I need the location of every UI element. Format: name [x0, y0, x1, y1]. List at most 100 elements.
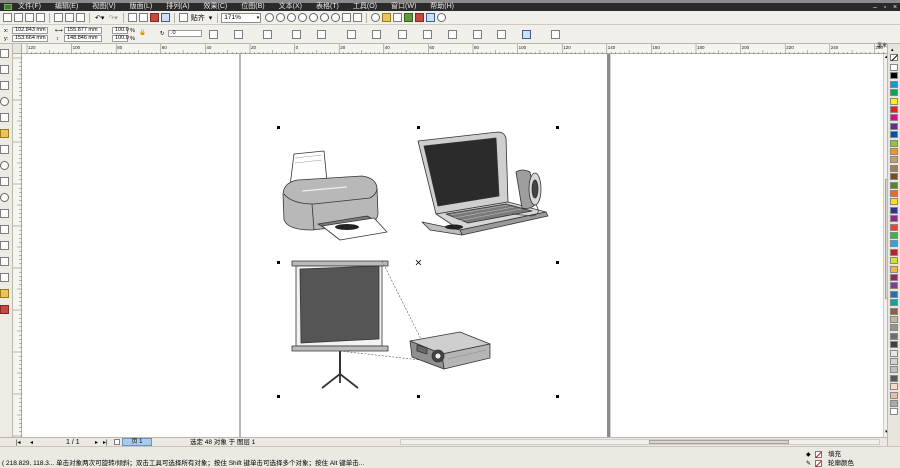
trim-icon[interactable] — [422, 30, 432, 39]
circle-icon[interactable] — [437, 13, 447, 22]
front-minus-back-icon[interactable] — [497, 30, 507, 39]
vertical-ruler[interactable] — [13, 54, 22, 453]
page-tab[interactable]: 页 1 — [122, 438, 152, 446]
scale-x-field[interactable]: 100.0 — [112, 27, 129, 34]
outline-swatch[interactable] — [815, 460, 822, 467]
color-swatch[interactable] — [890, 290, 898, 298]
close-icon[interactable]: × — [890, 4, 900, 11]
first-page-icon[interactable]: |◂ — [16, 439, 21, 446]
color-swatch[interactable] — [890, 106, 898, 113]
undo-icon[interactable]: ↶▾ — [95, 14, 104, 22]
pick-tool-icon[interactable] — [0, 49, 9, 58]
fit-selection-icon[interactable] — [342, 13, 352, 22]
zoom-all-icon[interactable] — [298, 13, 308, 22]
outline-tool-icon[interactable] — [0, 273, 9, 282]
intersect-icon[interactable] — [447, 30, 457, 39]
cut-icon[interactable] — [54, 13, 63, 22]
color-swatch[interactable] — [890, 257, 898, 265]
color-swatch[interactable] — [890, 374, 898, 382]
interactive-fill-icon[interactable] — [0, 305, 9, 314]
basic-shapes-icon[interactable] — [0, 193, 9, 202]
projector-screen-illustration[interactable] — [291, 260, 423, 389]
color-swatch[interactable] — [890, 223, 898, 231]
y-position-field[interactable]: 153.664 mm — [12, 35, 48, 42]
color-swatch[interactable] — [890, 341, 898, 349]
app-icon[interactable] — [4, 4, 12, 10]
ellipse-tool-icon[interactable] — [0, 161, 9, 170]
zoom-tool-icon[interactable] — [0, 97, 9, 106]
break-apart-icon[interactable] — [371, 30, 381, 39]
selection-center-marker[interactable] — [415, 259, 422, 266]
color-swatch[interactable] — [890, 265, 898, 273]
zoom-in-icon[interactable] — [265, 13, 275, 22]
menu-layout[interactable]: 版面(L) — [130, 3, 153, 11]
color-swatch[interactable] — [890, 358, 898, 365]
menu-help[interactable]: 帮助(H) — [430, 3, 454, 11]
full-screen-icon[interactable] — [353, 13, 363, 22]
save-icon[interactable] — [25, 13, 34, 22]
open-folder-icon[interactable] — [14, 13, 23, 22]
add-page-icon[interactable] — [114, 439, 120, 445]
mirror-horizontal-icon[interactable] — [209, 30, 218, 39]
lock-ratio-icon[interactable]: 🔒 — [139, 30, 146, 36]
fill-tool-icon[interactable] — [0, 289, 9, 298]
color-manager-icon[interactable] — [415, 13, 425, 22]
color-swatch[interactable] — [890, 282, 898, 290]
pan-icon[interactable] — [371, 13, 381, 22]
color-swatch[interactable] — [890, 72, 898, 80]
menu-effects[interactable]: 效果(C) — [204, 3, 228, 11]
next-page-icon[interactable]: ▸ — [95, 439, 98, 446]
color-swatch[interactable] — [890, 349, 898, 357]
color-swatch[interactable] — [890, 274, 898, 281]
color-swatch[interactable] — [890, 148, 898, 155]
color-swatch[interactable] — [890, 391, 898, 399]
menu-tools[interactable]: 工具(O) — [353, 3, 377, 11]
menu-text[interactable]: 文本(X) — [279, 3, 302, 11]
color-swatch[interactable] — [890, 97, 898, 105]
menu-bitmaps[interactable]: 位图(B) — [241, 3, 264, 11]
color-swatch[interactable] — [890, 316, 898, 323]
color-swatch[interactable] — [890, 215, 898, 223]
selection-handle[interactable] — [277, 395, 280, 398]
menu-table[interactable]: 表格(T) — [316, 3, 339, 11]
color-swatch[interactable] — [890, 131, 898, 139]
back-minus-front-icon[interactable] — [522, 30, 532, 39]
menu-file[interactable]: 文件(F) — [18, 3, 41, 11]
menu-arrange[interactable]: 排列(A) — [166, 3, 189, 11]
freehand-tool-icon[interactable] — [0, 113, 9, 122]
color-swatch[interactable] — [890, 181, 898, 189]
color-swatch[interactable] — [890, 173, 898, 181]
color-swatch[interactable] — [890, 114, 898, 122]
x-position-field[interactable]: 102.843 mm — [12, 27, 48, 34]
color-swatch[interactable] — [890, 190, 898, 197]
laptop-illustration[interactable] — [417, 131, 549, 236]
height-field[interactable]: 148.846 mm — [64, 35, 102, 42]
welcome-screen-icon[interactable] — [382, 13, 392, 22]
color-swatch[interactable] — [890, 248, 898, 256]
publish-pdf-icon[interactable] — [160, 13, 170, 22]
fill-swatch[interactable] — [815, 451, 822, 458]
restore-icon[interactable]: ▫ — [880, 4, 890, 11]
menu-edit[interactable]: 编辑(E) — [55, 3, 78, 11]
color-swatch[interactable] — [890, 307, 898, 315]
selection-handle[interactable] — [417, 126, 420, 129]
color-swatch[interactable] — [890, 240, 898, 248]
table-tool-icon[interactable] — [0, 225, 9, 234]
combine-icon[interactable] — [346, 30, 356, 39]
projector-illustration[interactable] — [409, 331, 491, 370]
zoom-height-icon[interactable] — [331, 13, 341, 22]
color-swatch[interactable] — [890, 299, 898, 307]
export-icon[interactable] — [149, 13, 159, 22]
zoom-page-icon[interactable] — [309, 13, 319, 22]
selection-handle[interactable] — [277, 261, 280, 264]
align-distribute-icon[interactable] — [551, 30, 561, 39]
color-swatch[interactable] — [890, 156, 898, 164]
crop-tool-icon[interactable] — [0, 81, 9, 90]
new-document-icon[interactable] — [3, 13, 12, 22]
menu-window[interactable]: 窗口(W) — [391, 3, 416, 11]
color-swatch[interactable] — [890, 89, 898, 97]
color-swatch[interactable] — [890, 366, 898, 374]
chevron-down-icon[interactable]: ▾ — [209, 14, 213, 22]
selection-handle[interactable] — [556, 261, 559, 264]
color-swatch[interactable] — [890, 139, 898, 147]
